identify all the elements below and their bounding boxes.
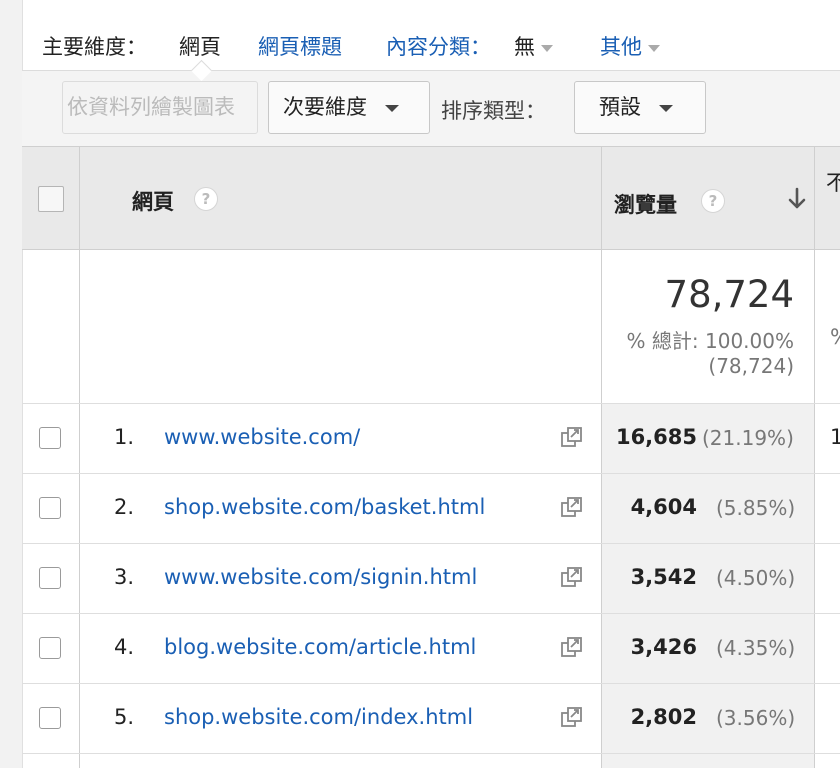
page-link[interactable]: www.website.com/ [164, 425, 360, 449]
views-value: 3,426 [630, 635, 697, 659]
secondary-dimension-dropdown[interactable]: 次要維度 [268, 81, 430, 134]
content-grouping-dropdown[interactable]: 無 [514, 31, 553, 61]
row-divider [22, 613, 840, 614]
column-divider [79, 146, 80, 768]
primary-dimension-other[interactable]: 其他 [600, 31, 660, 61]
views-percent: (5.85%) [716, 496, 796, 520]
secondary-dimension-label: 次要維度 [283, 95, 367, 119]
chevron-down-icon [385, 104, 399, 112]
select-all-checkbox[interactable] [38, 186, 64, 212]
row-divider [22, 543, 840, 544]
chevron-down-icon [659, 104, 673, 112]
views-total: 78,724 [664, 273, 794, 316]
row-divider [22, 473, 840, 474]
row-checkbox[interactable] [39, 497, 61, 519]
open-external-icon[interactable] [560, 706, 584, 728]
primary-dimension-page-title[interactable]: 網頁標題 [258, 31, 342, 61]
views-percent: (4.35%) [716, 636, 796, 660]
chevron-down-icon [541, 44, 553, 52]
column-header-cut: 不 [826, 171, 840, 195]
page-link[interactable]: shop.website.com/basket.html [164, 495, 485, 519]
other-label: 其他 [600, 35, 642, 59]
chevron-down-icon [648, 44, 660, 52]
help-icon[interactable]: ? [194, 187, 218, 211]
column-divider [601, 146, 602, 768]
primary-dimension-label: 主要維度： [42, 35, 147, 59]
views-percent: (21.19%) [702, 426, 794, 450]
views-value: 3,542 [630, 565, 697, 589]
open-external-icon[interactable] [560, 496, 584, 518]
row-number: 3. [113, 565, 134, 589]
sort-type-label: 排序類型： [441, 99, 546, 123]
plot-rows-label: 依資料列繪製圖表 [67, 95, 235, 119]
row-divider [22, 753, 840, 754]
views-percent: (3.56%) [716, 706, 796, 730]
primary-dimension-content-grouping[interactable]: 內容分類： [386, 31, 491, 61]
plot-rows-button[interactable]: 依資料列繪製圖表 [62, 81, 258, 134]
views-percent: (4.50%) [716, 566, 796, 590]
column-divider [814, 146, 815, 768]
open-external-icon[interactable] [560, 426, 584, 448]
views-value: 16,685 [615, 425, 697, 449]
page-link[interactable]: blog.website.com/article.html [164, 635, 476, 659]
row-number: 4. [113, 635, 134, 659]
views-total-absolute: (78,724) [708, 354, 794, 378]
row-number: 5. [113, 705, 134, 729]
help-icon[interactable]: ? [701, 189, 725, 213]
sort-type-dropdown[interactable]: 預設 [574, 81, 706, 134]
content-grouping-value: 無 [514, 35, 535, 59]
open-external-icon[interactable] [560, 566, 584, 588]
row-checkbox[interactable] [39, 637, 61, 659]
page-link[interactable]: shop.website.com/index.html [164, 705, 473, 729]
views-value: 4,604 [630, 495, 697, 519]
row-cut-text: 1 [830, 425, 840, 449]
column-header-views[interactable]: 瀏覽量 [614, 189, 677, 219]
views-value: 2,802 [630, 705, 697, 729]
row-checkbox[interactable] [39, 427, 61, 449]
row-number: 2. [113, 495, 134, 519]
open-external-icon[interactable] [560, 636, 584, 658]
left-gutter [0, 0, 23, 768]
primary-dimension-page[interactable]: 網頁 [179, 31, 221, 61]
sort-descending-icon[interactable] [786, 186, 808, 212]
row-checkbox[interactable] [39, 707, 61, 729]
row-divider [22, 403, 840, 404]
sort-type-value: 預設 [599, 95, 641, 119]
summary-cut-text: % [830, 325, 840, 349]
views-total-percent: % 總計: 100.00% [626, 329, 794, 353]
page-link[interactable]: www.website.com/signin.html [164, 565, 477, 589]
column-header-page[interactable]: 網頁 [132, 186, 174, 216]
row-checkbox[interactable] [39, 567, 61, 589]
row-number: 1. [113, 425, 134, 449]
row-divider [22, 683, 840, 684]
